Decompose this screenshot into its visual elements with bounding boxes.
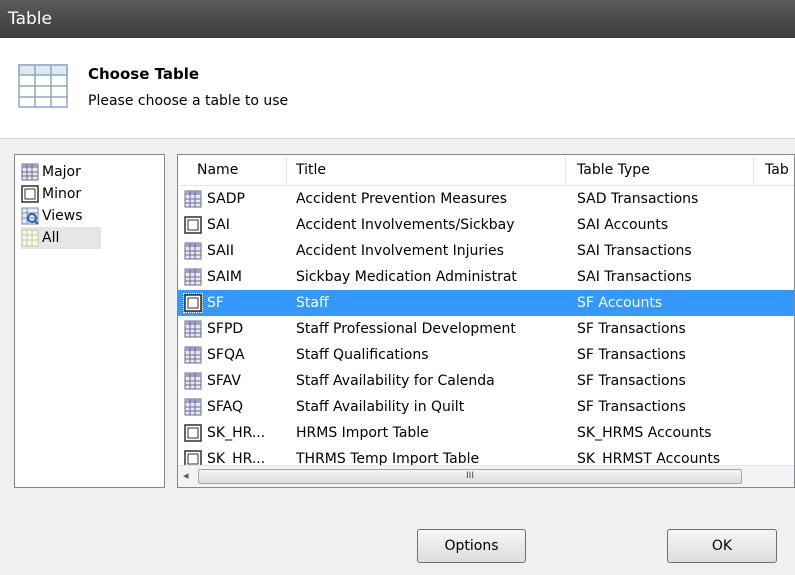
cell-table-type: SAI Transactions [577, 269, 692, 285]
table-row[interactable]: SAIM Sickbay Medication Administrat SAI Tr… [178, 264, 794, 290]
cell-name: SK_HR... [207, 425, 266, 441]
cell-table-type: SK_HRMS Accounts [577, 425, 712, 441]
horizontal-scrollbar[interactable]: ◂ III [178, 465, 794, 487]
light-grid-icon [21, 229, 39, 247]
table-grid-icon [18, 64, 68, 108]
cell-name: SAII [207, 243, 234, 259]
grid-icon [184, 320, 202, 338]
cell-title: Accident Involvement Injuries [296, 243, 504, 259]
options-button[interactable]: Options [417, 529, 526, 563]
frame-icon [184, 424, 202, 442]
cell-name: SFQA [207, 347, 245, 363]
cell-title: Staff Availability for Calenda [296, 373, 495, 389]
cell-title: Accident Involvements/Sickbay [296, 217, 515, 233]
cell-title: HRMS Import Table [296, 425, 429, 441]
column-header-title[interactable]: Title [296, 162, 326, 178]
frame-icon [21, 185, 39, 203]
table-row[interactable]: SFAV Staff Availability for Calenda SF Tra… [178, 368, 794, 394]
cell-table-type: SF Transactions [577, 399, 686, 415]
grid-icon [184, 372, 202, 390]
cell-name: SFPD [207, 321, 244, 337]
scrollbar-thumb[interactable]: III [198, 469, 742, 484]
table-row[interactable]: SFAQ Staff Availability in Quilt SF Transa… [178, 394, 794, 420]
table-row[interactable]: SF Staff SF Accounts [178, 290, 794, 316]
table-row[interactable]: SK_HR... HRMS Import Table SK_HRMS Account… [178, 420, 794, 446]
table-row[interactable]: SFQA Staff Qualifications SF Transactions [178, 342, 794, 368]
cell-table-type: SF Accounts [577, 295, 663, 311]
ok-button[interactable]: OK [667, 529, 777, 563]
category-label: Major [42, 164, 81, 180]
column-header-row: Name Title Table Type Tab [178, 155, 794, 186]
frame-icon [184, 216, 202, 234]
cell-title: Sickbay Medication Administrat [296, 269, 517, 285]
table-row[interactable]: SFPD Staff Professional Development SF Tra… [178, 316, 794, 342]
cell-table-type: SAI Transactions [577, 243, 692, 259]
frame-icon [183, 293, 203, 313]
category-item-minor[interactable]: Minor [21, 183, 81, 205]
grid-icon [184, 242, 202, 260]
grid-icon [184, 190, 202, 208]
cell-name: SF [207, 295, 224, 311]
category-item-all[interactable]: All [21, 227, 101, 249]
cell-name: SAIM [207, 269, 242, 285]
window-title: Table [0, 0, 795, 38]
cell-name: SFAV [207, 373, 241, 389]
cell-table-type: SF Transactions [577, 373, 686, 389]
cell-title: Staff Qualifications [296, 347, 429, 363]
table-row[interactable]: SADP Accident Prevention Measures SAD Tran… [178, 186, 794, 212]
cell-table-type: SF Transactions [577, 321, 686, 337]
category-item-major[interactable]: Major [21, 161, 81, 183]
grid-icon [184, 398, 202, 416]
cell-name: SFAQ [207, 399, 244, 415]
cell-name: SAI [207, 217, 230, 233]
grid-icon [184, 346, 202, 364]
cell-title: Staff Availability in Quilt [296, 399, 465, 415]
dialog-heading: Choose Table [88, 65, 200, 83]
cell-table-type: SAI Accounts [577, 217, 669, 233]
category-label: Views [42, 208, 83, 224]
column-header-tab[interactable]: Tab [765, 162, 789, 178]
cell-title: Staff Professional Development [296, 321, 516, 337]
grid-icon [184, 268, 202, 286]
cell-table-type: SAD Transactions [577, 191, 699, 207]
table-row[interactable]: SAI Accident Involvements/Sickbay SAI Acco… [178, 212, 794, 238]
scroll-left-icon[interactable]: ◂ [183, 469, 189, 482]
cell-table-type: SF Transactions [577, 347, 686, 363]
dialog-header: Choose Table Please choose a table to us… [0, 38, 795, 139]
cell-title: Accident Prevention Measures [296, 191, 508, 207]
category-label: Minor [42, 186, 82, 202]
grid-icon [21, 163, 39, 181]
view-icon [21, 207, 39, 225]
dialog-subheading: Please choose a table to use [88, 93, 289, 109]
cell-name: SADP [207, 191, 245, 207]
table-row[interactable]: SAII Accident Involvement Injuries SAI Tra… [178, 238, 794, 264]
category-list[interactable]: Major Minor Views All [14, 154, 165, 488]
column-header-table-type[interactable]: Table Type [577, 162, 650, 178]
category-item-views[interactable]: Views [21, 205, 83, 227]
cell-title: Staff [296, 295, 329, 311]
category-label: All [42, 230, 60, 246]
column-header-name[interactable]: Name [197, 162, 238, 178]
table-list[interactable]: Name Title Table Type Tab SADP Accident P… [177, 154, 795, 488]
